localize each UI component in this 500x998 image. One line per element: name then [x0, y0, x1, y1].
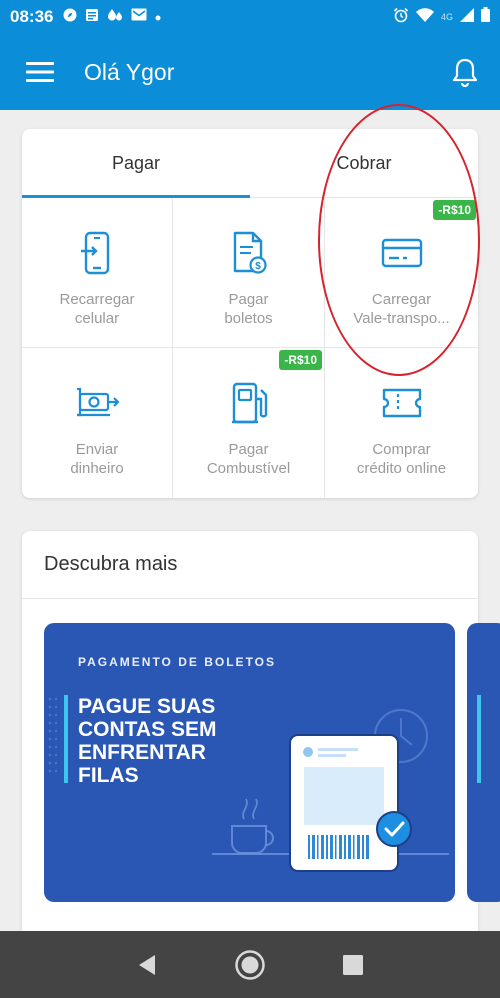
svg-text:$: $ — [255, 261, 261, 272]
action-recarregar-celular[interactable]: Recarregar celular — [22, 198, 173, 348]
tab-bar: Pagar Cobrar — [22, 129, 478, 198]
recents-icon[interactable] — [328, 940, 378, 990]
status-time: 08:36 — [10, 7, 54, 26]
send-money-icon — [74, 380, 120, 426]
battery-icon — [481, 7, 490, 27]
action-label: Pagar Combustível — [206, 441, 291, 477]
system-nav-bar — [0, 931, 500, 998]
hamburger-menu-icon[interactable] — [0, 34, 80, 110]
promo-banner-boletos[interactable]: PAGAMENTO DE BOLETOS PAGUE SUAS CONTAS S… — [44, 623, 455, 902]
action-label: Carregar Vale-transpo... — [353, 291, 450, 327]
alarm-icon — [393, 7, 409, 28]
action-label: Pagar boletos — [224, 291, 273, 327]
banner-accent-bar — [477, 695, 481, 783]
fuel-pump-icon — [226, 380, 272, 426]
discover-title: Descubra mais — [22, 531, 478, 599]
boleto-illustration — [289, 734, 412, 872]
bell-icon[interactable] — [430, 34, 500, 110]
banner-kicker: PAGAMENTO DE BOLETOS — [78, 655, 277, 669]
card-icon — [379, 230, 425, 276]
system-status-icons: 4G — [393, 7, 490, 28]
phone-topup-icon — [74, 230, 120, 276]
tab-cobrar[interactable]: Cobrar — [250, 129, 478, 197]
discount-badge: -R$10 — [433, 200, 476, 220]
action-label: Comprar crédito online — [356, 441, 447, 477]
banner-accent-bar — [64, 695, 68, 783]
actions-card: Pagar Cobrar Recarregar celular $ Pagar bo… — [22, 129, 478, 498]
greeting-title: Olá Ygor — [84, 58, 175, 85]
action-label: Enviar dinheiro — [70, 441, 124, 477]
tab-pagar[interactable]: Pagar — [22, 129, 250, 197]
status-bar: 08:36 4G — [0, 0, 500, 34]
action-pagar-boletos[interactable]: $ Pagar boletos — [173, 198, 325, 348]
wifi-icon — [415, 7, 434, 27]
news-icon — [85, 8, 99, 27]
action-label: Recarregar celular — [59, 291, 135, 327]
app-bar: Olá Ygor — [0, 34, 500, 110]
action-carregar-vale-transporte[interactable]: -R$10 Carregar Vale-transpo... — [325, 198, 478, 348]
actions-grid: Recarregar celular $ Pagar boletos -R$10 C… — [22, 198, 478, 498]
dot-icon — [155, 8, 161, 26]
mail-icon — [131, 8, 147, 26]
action-pagar-combustivel[interactable]: -R$10 Pagar Combustível — [173, 348, 325, 498]
ticket-icon — [379, 380, 425, 426]
next-banner-peek[interactable] — [467, 623, 500, 902]
compass-icon — [63, 8, 77, 27]
network-type-label: 4G — [440, 12, 453, 22]
signal-icon — [460, 7, 474, 27]
action-enviar-dinheiro[interactable]: Enviar dinheiro — [22, 348, 173, 498]
back-icon[interactable] — [122, 940, 172, 990]
discount-badge: -R$10 — [279, 350, 322, 370]
app-screen: 08:36 4G Olá Ygor Pagar Cobrar Recarrega… — [0, 0, 500, 998]
action-comprar-credito-online[interactable]: Comprar crédito online — [325, 348, 478, 498]
invoice-icon: $ — [226, 230, 272, 276]
drops-icon — [107, 8, 123, 27]
home-icon[interactable] — [225, 940, 275, 990]
notification-icons — [63, 8, 161, 27]
